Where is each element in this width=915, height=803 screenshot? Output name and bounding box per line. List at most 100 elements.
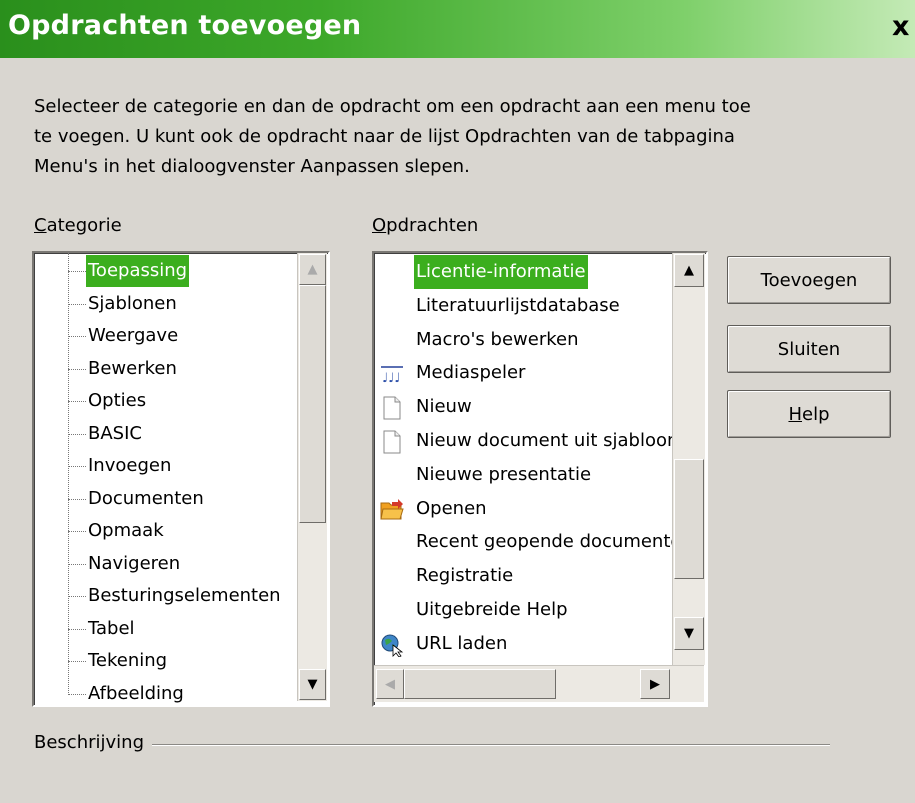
category-item-label: Opties	[88, 390, 147, 411]
tree-branch-line	[68, 628, 86, 630]
description-group-label: Beschrijving	[34, 732, 144, 753]
tree-branch-line	[68, 661, 86, 662]
command-item-label: URL laden	[416, 632, 508, 654]
command-item-label: Macro's bewerken	[416, 328, 579, 350]
tree-branch-line	[68, 433, 86, 435]
category-item[interactable]: Toepassing	[34, 255, 294, 287]
tree-branch-line	[68, 466, 86, 467]
category-label-mnemonic: C	[34, 215, 47, 236]
close-icon[interactable]: x	[892, 12, 915, 42]
command-item[interactable]: Recent geopende documenten	[374, 525, 693, 559]
command-item-label: Openen	[416, 497, 487, 519]
command-item[interactable]: URL laden	[374, 627, 674, 661]
command-item[interactable]: Uitgebreide Help	[374, 593, 674, 627]
category-item[interactable]: Navigeren	[34, 548, 294, 580]
dialog-description: Selecteer de categorie en dan de opdrach…	[34, 96, 751, 177]
title-bar: Opdrachten toevoegen x	[0, 0, 915, 58]
scroll-down-icon[interactable]: ▼	[299, 669, 326, 700]
open-folder-icon	[380, 498, 404, 522]
description-group-divider	[152, 744, 830, 746]
command-item-label: Nieuw	[416, 396, 472, 418]
category-item[interactable]: Tabel	[34, 613, 294, 645]
command-item-label: Licentie-informatie	[414, 255, 588, 289]
commands-list[interactable]: Licentie-informatie Literatuurlijstdataba…	[372, 251, 708, 707]
category-scrollbar[interactable]: ▲ ▼	[297, 253, 327, 701]
scroll-thumb[interactable]	[404, 669, 556, 699]
category-item-label: Navigeren	[88, 552, 181, 574]
command-item[interactable]: ♩♩♩ Mediaspeler	[374, 356, 674, 390]
globe-icon	[380, 633, 404, 658]
command-item-label: Nieuw document uit sjabloon	[416, 430, 679, 451]
new-document-icon	[380, 430, 404, 454]
category-item-label: Bewerken	[88, 357, 177, 379]
category-item[interactable]: BASIC	[34, 418, 294, 450]
tree-branch-line	[68, 303, 86, 305]
category-item-label: BASIC	[88, 422, 142, 444]
close-button[interactable]: Sluiten	[727, 325, 891, 373]
tree-branch-line	[68, 531, 86, 532]
category-item[interactable]: Opties	[34, 385, 294, 417]
command-item-label: Literatuurlijstdatabase	[416, 294, 620, 316]
category-item-label: Toepassing	[86, 255, 190, 287]
help-button-mnemonic: H	[788, 403, 803, 425]
help-button[interactable]: Help	[727, 390, 891, 438]
commands-vscrollbar[interactable]: ▲ ▼	[672, 253, 705, 665]
category-item[interactable]: Tekening	[34, 645, 294, 677]
command-item-label: Recent geopende documenten	[416, 531, 693, 553]
scroll-down-icon[interactable]: ▼	[674, 617, 704, 650]
new-document-icon	[380, 396, 404, 420]
category-item[interactable]: Sjablonen	[34, 288, 294, 320]
scroll-thumb[interactable]	[299, 285, 326, 523]
category-item-label: Sjablonen	[88, 292, 177, 314]
command-item-label: Uitgebreide Help	[416, 599, 568, 620]
category-label-rest: ategorie	[46, 215, 122, 236]
command-item-label: Mediaspeler	[416, 362, 526, 384]
category-item[interactable]: Invoegen	[34, 450, 294, 482]
scroll-up-icon[interactable]: ▲	[674, 254, 704, 287]
media-player-icon: ♩♩♩	[380, 362, 404, 386]
commands-label-rest: pdrachten	[386, 215, 479, 236]
add-button[interactable]: Toevoegen	[727, 256, 891, 304]
category-item-label: Opmaak	[88, 520, 164, 541]
category-item[interactable]: Bewerken	[34, 353, 294, 385]
category-item-label: Tabel	[88, 617, 135, 639]
category-item[interactable]: Afbeelding	[34, 678, 294, 706]
dialog-title: Opdrachten toevoegen	[8, 10, 362, 41]
command-item[interactable]: Nieuwe presentatie	[374, 458, 674, 492]
tree-branch-line	[68, 693, 86, 695]
category-item-label: Invoegen	[88, 455, 172, 476]
command-item-label: Nieuwe presentatie	[416, 463, 592, 485]
commands-hscrollbar[interactable]: ◀ ▶	[374, 665, 704, 702]
svg-text:♩♩♩: ♩♩♩	[382, 371, 400, 386]
category-item-label: Besturingselementen	[88, 585, 281, 606]
tree-branch-line	[68, 498, 86, 500]
command-item[interactable]: Nieuw document uit sjabloon	[374, 424, 678, 458]
command-item[interactable]: Registratie	[374, 559, 674, 593]
command-item[interactable]: Licentie-informatie	[374, 255, 674, 289]
command-item[interactable]: Literatuurlijstdatabase	[374, 289, 674, 323]
tree-branch-line	[68, 596, 86, 597]
category-item-label: Tekening	[88, 650, 168, 671]
category-item-label: Documenten	[88, 487, 204, 509]
command-item-label: Registratie	[416, 565, 514, 587]
category-item[interactable]: Weergave	[34, 320, 294, 352]
category-list[interactable]: Toepassing Sjablonen Weergave Bewerken Optie…	[32, 251, 330, 707]
scroll-thumb[interactable]	[674, 459, 704, 579]
tree-branch-line	[68, 401, 86, 402]
category-item[interactable]: Opmaak	[34, 515, 294, 547]
tree-branch-line	[68, 336, 86, 337]
category-item[interactable]: Besturingselementen	[34, 580, 294, 612]
commands-label-mnemonic: O	[372, 215, 387, 236]
scroll-left-icon[interactable]: ◀	[376, 669, 404, 699]
category-label: Categorie	[34, 215, 122, 236]
commands-label: Opdrachten	[372, 215, 478, 236]
category-item[interactable]: Documenten	[34, 483, 294, 515]
command-item[interactable]: Nieuw	[374, 390, 674, 424]
command-item[interactable]: Macro's bewerken	[374, 323, 674, 357]
tree-branch-line	[68, 368, 86, 370]
scroll-right-icon[interactable]: ▶	[640, 669, 670, 699]
category-item-label: Weergave	[88, 325, 179, 346]
scroll-up-icon[interactable]: ▲	[299, 254, 326, 285]
tree-branch-line	[68, 563, 86, 565]
command-item[interactable]: Openen	[374, 492, 674, 526]
